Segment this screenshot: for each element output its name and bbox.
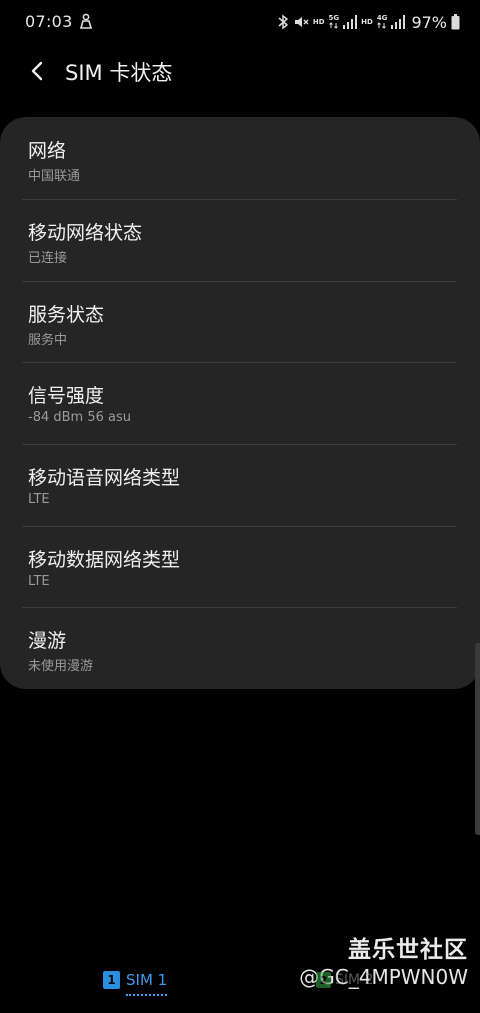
item-title: 信号强度 — [28, 385, 105, 407]
status-bar: 07:03 HD 5G HD 4G 97% — [0, 0, 480, 44]
sim-1-label-wrap: SIM 1 — [126, 971, 168, 996]
item-value: 服务中 — [28, 333, 68, 348]
tab-sim-1[interactable]: 1 SIM 1 — [103, 967, 168, 996]
back-arrow-icon — [31, 61, 43, 81]
mute-icon — [294, 17, 309, 27]
sim-2-label: SIM 2 — [335, 972, 374, 988]
item-title: 网络 — [28, 140, 67, 162]
battery-icon — [451, 14, 460, 30]
network-5g-indicator: 5G — [328, 14, 340, 29]
item-title: 移动数据网络类型 — [28, 549, 181, 571]
item-title: 移动语音网络类型 — [28, 467, 181, 489]
item-value: LTE — [28, 492, 50, 507]
status-icons: HD 5G HD 4G 97% — [278, 11, 460, 33]
sim-status-screen: 07:03 HD 5G HD 4G 97% SIM 卡状态 网络 中国联通 移动… — [0, 0, 480, 1013]
list-item-roaming[interactable]: 漫游 未使用漫游 — [0, 607, 480, 688]
item-title: 移动网络状态 — [28, 222, 143, 244]
list-item-mobile-network-state[interactable]: 移动网络状态 已连接 — [0, 199, 480, 280]
data-arrows-icon — [328, 22, 338, 29]
status-time: 07:03 — [25, 12, 73, 31]
battery-percentage: 97% — [411, 12, 447, 32]
tab-sim-2[interactable]: 2 SIM 2 — [316, 969, 373, 991]
back-button[interactable] — [24, 56, 52, 86]
item-value: 中国联通 — [28, 169, 81, 184]
sim-2-badge: 2 — [316, 972, 331, 988]
item-value: -84 dBm 56 asu — [28, 410, 131, 425]
network-5g-label: 5G — [328, 14, 340, 22]
item-title: 漫游 — [28, 630, 67, 652]
item-title: 服务状态 — [28, 304, 105, 326]
sim-1-label: SIM 1 — [126, 971, 168, 989]
selected-tab-indicator — [126, 994, 168, 996]
list-item-data-network-type[interactable]: 移动数据网络类型 LTE — [0, 526, 480, 607]
notification-icon — [79, 13, 93, 29]
app-bar: SIM 卡状态 — [0, 44, 480, 100]
sim-1-badge: 1 — [103, 971, 120, 989]
list-item-network[interactable]: 网络 中国联通 — [0, 117, 480, 198]
signal-icon-2 — [391, 15, 406, 29]
item-value: 已连接 — [28, 251, 68, 266]
network-4g-indicator: 4G — [376, 14, 388, 29]
network-4g-label: 4G — [376, 14, 388, 22]
sim-info-card: 网络 中国联通 移动网络状态 已连接 服务状态 服务中 信号强度 -84 dBm… — [0, 117, 480, 689]
list-item-voice-network-type[interactable]: 移动语音网络类型 LTE — [0, 444, 480, 525]
page-title: SIM 卡状态 — [65, 61, 173, 85]
bluetooth-icon — [278, 14, 289, 30]
item-value: LTE — [28, 574, 50, 589]
hd-label-1: HD — [312, 18, 325, 26]
list-item-signal-strength[interactable]: 信号强度 -84 dBm 56 asu — [0, 362, 480, 443]
hd-label-2: HD — [361, 18, 373, 26]
data-arrows-icon — [377, 22, 386, 29]
item-value: 未使用漫游 — [28, 659, 94, 674]
signal-icon-1 — [343, 15, 358, 29]
scrollbar[interactable] — [475, 643, 480, 835]
list-item-service-state[interactable]: 服务状态 服务中 — [0, 281, 480, 362]
sim-tab-bar: 1 SIM 1 2 SIM 2 — [0, 955, 480, 1013]
